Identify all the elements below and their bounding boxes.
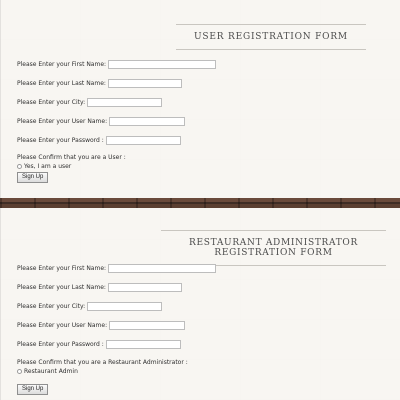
title-divider-bottom <box>176 49 366 50</box>
admin-signup-button[interactable]: Sign Up <box>17 384 49 395</box>
admin-username-label: Please Enter your User Name: <box>17 322 108 329</box>
admin-form-title-block: RESTAURANT ADMINISTRATOR REGISTRATION FO… <box>161 230 386 266</box>
admin-radio-row[interactable]: Restaurant Admin <box>17 368 78 375</box>
user-signup-button[interactable]: Sign Up <box>17 172 49 183</box>
admin-form-title: RESTAURANT ADMINISTRATOR REGISTRATION FO… <box>189 238 358 258</box>
user-city-input[interactable] <box>87 98 163 107</box>
admin-city-input[interactable] <box>87 302 163 311</box>
admin-password-input[interactable] <box>105 340 181 349</box>
radio-button-icon[interactable] <box>17 164 22 169</box>
admin-username-input[interactable] <box>109 321 186 330</box>
user-first-name-input[interactable] <box>108 60 217 69</box>
user-first-name-row: Please Enter your First Name: <box>17 58 217 71</box>
user-confirm-text: Please Confirm that you are a User : <box>17 154 126 161</box>
user-username-label: Please Enter your User Name: <box>17 118 108 125</box>
user-radio-row[interactable]: Yes, I am a user <box>17 163 71 170</box>
user-radio-label: Yes, I am a user <box>24 163 72 170</box>
admin-registration-panel: RESTAURANT ADMINISTRATOR REGISTRATION FO… <box>0 208 400 400</box>
user-city-row: Please Enter your City: <box>17 96 163 109</box>
admin-confirm-text: Please Confirm that you are a Restaurant… <box>17 359 188 366</box>
user-form-title: USER REGISTRATION FORM <box>194 32 348 42</box>
admin-city-label: Please Enter your City: <box>17 303 86 310</box>
user-last-name-label: Please Enter your Last Name: <box>17 80 106 87</box>
user-username-row: Please Enter your User Name: <box>17 115 186 128</box>
admin-username-row: Please Enter your User Name: <box>17 319 186 332</box>
admin-last-name-row: Please Enter your Last Name: <box>17 281 182 294</box>
admin-city-row: Please Enter your City: <box>17 300 163 313</box>
user-last-name-row: Please Enter your Last Name: <box>17 77 182 90</box>
registration-page: USER REGISTRATION FORM Please Enter your… <box>0 0 400 400</box>
admin-first-name-row: Please Enter your First Name: <box>17 262 217 275</box>
user-password-row: Please Enter your Password : <box>17 134 181 147</box>
user-password-label: Please Enter your Password : <box>17 137 104 144</box>
admin-first-name-input[interactable] <box>108 264 217 273</box>
user-last-name-input[interactable] <box>107 79 182 88</box>
user-first-name-label: Please Enter your First Name: <box>17 61 107 68</box>
user-registration-panel: USER REGISTRATION FORM Please Enter your… <box>0 0 400 198</box>
user-form-title-block: USER REGISTRATION FORM <box>176 24 366 50</box>
user-password-input[interactable] <box>105 136 181 145</box>
admin-password-row: Please Enter your Password : <box>17 338 181 351</box>
admin-first-name-label: Please Enter your First Name: <box>17 265 107 272</box>
admin-last-name-label: Please Enter your Last Name: <box>17 284 106 291</box>
user-username-input[interactable] <box>109 117 186 126</box>
admin-radio-label: Restaurant Admin <box>24 368 78 375</box>
admin-password-label: Please Enter your Password : <box>17 341 104 348</box>
admin-last-name-input[interactable] <box>107 283 182 292</box>
radio-button-icon[interactable] <box>17 369 22 374</box>
brick-divider <box>0 198 400 208</box>
user-city-label: Please Enter your City: <box>17 99 86 106</box>
